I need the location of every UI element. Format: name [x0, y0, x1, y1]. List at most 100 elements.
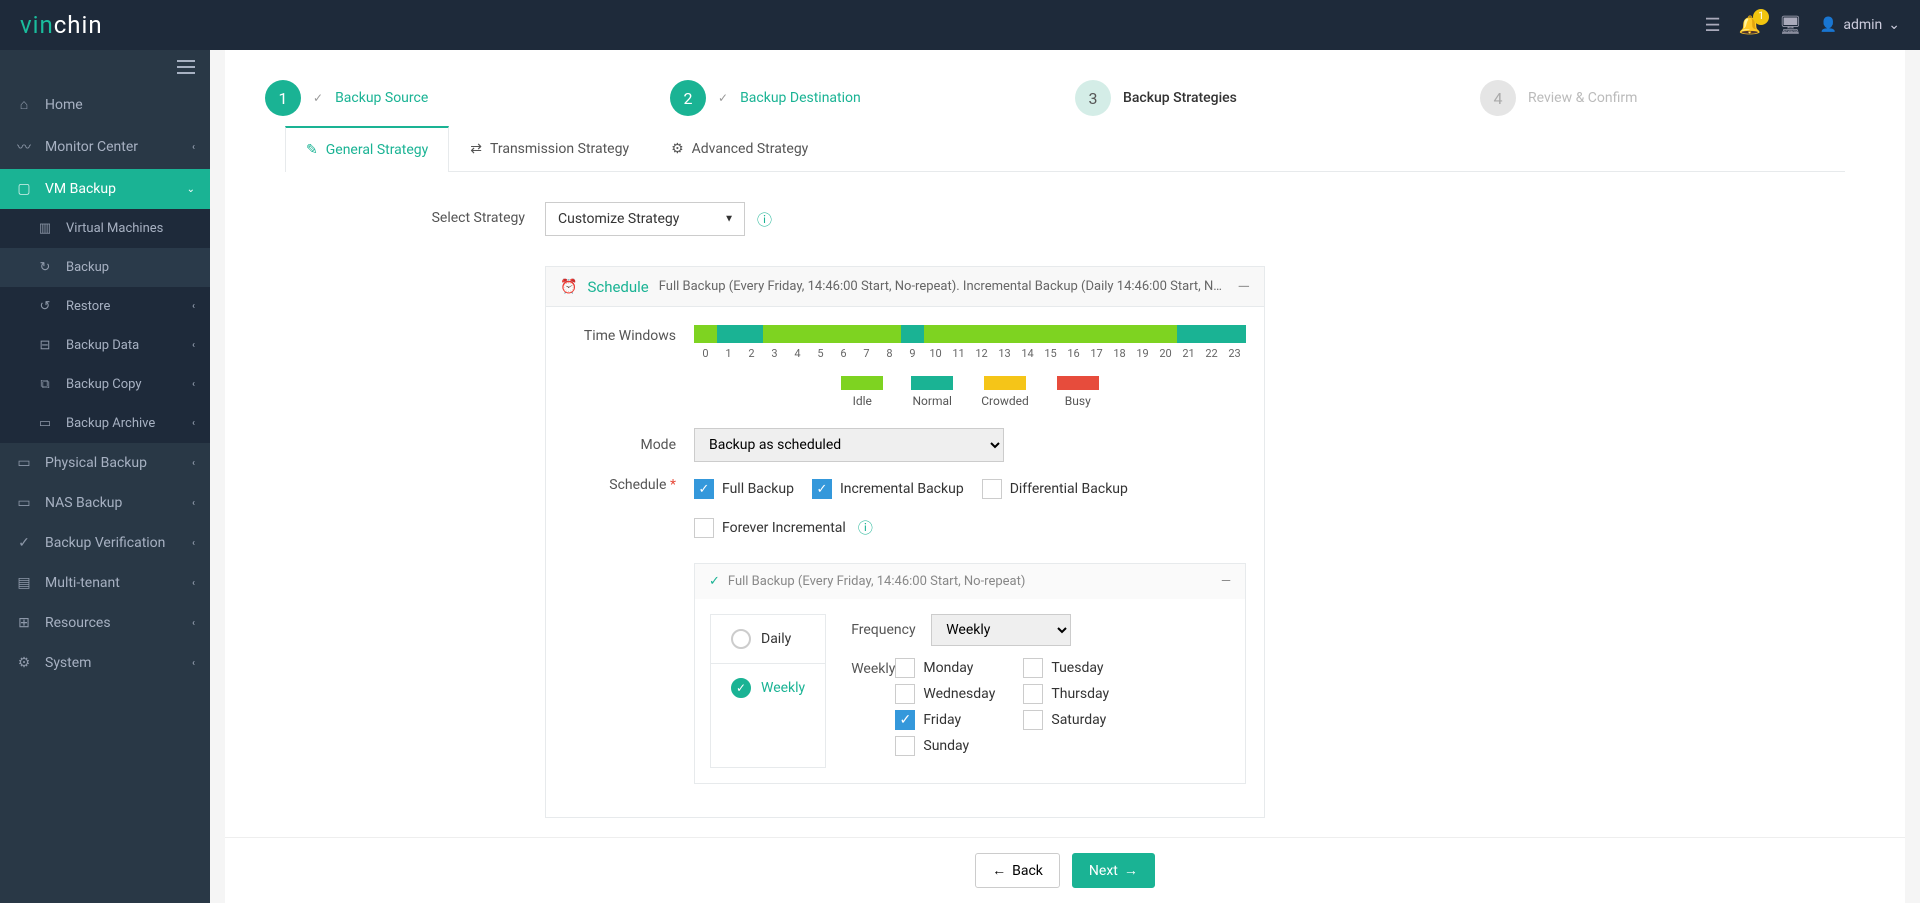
wizard-step-1[interactable]: 1✓Backup Source — [265, 80, 650, 116]
sidebar-subitem-restore[interactable]: ↺Restore‹ — [0, 287, 210, 326]
sidebar-item-resources[interactable]: ⊞Resources‹ — [0, 603, 210, 643]
period-daily[interactable]: Daily — [711, 615, 825, 664]
logo: vinchin — [20, 11, 103, 39]
checkbox-full-backup[interactable]: ✓Full Backup — [694, 479, 794, 499]
time-segment — [878, 325, 901, 343]
sidebar-subitem-backup-archive[interactable]: ▭Backup Archive‹ — [0, 404, 210, 443]
time-segment — [1062, 325, 1085, 343]
info-icon[interactable]: ⓘ — [858, 517, 873, 538]
footer-actions: ← Back Next → — [225, 837, 1905, 903]
checkbox-forever-incremental[interactable]: Forever Incrementalⓘ — [694, 517, 873, 538]
time-segment — [1016, 325, 1039, 343]
tab-transmission-strategy[interactable]: ⇄Transmission Strategy — [449, 126, 650, 171]
day-wednesday[interactable]: Wednesday — [895, 684, 1005, 704]
sidebar-item-vm-backup[interactable]: ▢VM Backup⌄ — [0, 169, 210, 209]
day-thursday[interactable]: Thursday — [1023, 684, 1133, 704]
frequency-label: Frequency — [851, 622, 931, 638]
sidebar-item-physical-backup[interactable]: ▭Physical Backup‹ — [0, 443, 210, 483]
day-tuesday[interactable]: Tuesday — [1023, 658, 1133, 678]
user-menu[interactable]: 👤 admin ⌄ — [1820, 17, 1900, 33]
chevron-down-icon: ⌄ — [1888, 17, 1900, 33]
time-segment — [786, 325, 809, 343]
legend-idle: Idle — [841, 376, 883, 408]
sidebar-item-system[interactable]: ⚙System‹ — [0, 643, 210, 683]
time-segment — [1223, 325, 1246, 343]
nav-icon: ⊞ — [15, 615, 33, 631]
sidebar-subitem-backup-copy[interactable]: ⧉Backup Copy‹ — [0, 365, 210, 404]
back-button[interactable]: ← Back — [975, 853, 1060, 888]
day-sunday[interactable]: Sunday — [895, 736, 1005, 756]
collapse-icon[interactable]: — — [1238, 277, 1251, 296]
chevron-icon: ‹ — [192, 142, 195, 153]
collapse-icon[interactable]: — — [1221, 574, 1231, 589]
radio-icon — [731, 629, 751, 649]
nav-icon: ▭ — [15, 455, 33, 471]
sidebar-subitem-backup-data[interactable]: ⊟Backup Data‹ — [0, 326, 210, 365]
sidebar-subitem-backup[interactable]: ↻Backup — [0, 248, 210, 287]
check-icon: ✓ — [313, 91, 323, 105]
sidebar-item-backup-verification[interactable]: ✓Backup Verification‹ — [0, 523, 210, 563]
sidebar-item-monitor-center[interactable]: 〰Monitor Center‹ — [0, 125, 210, 169]
tab-advanced-strategy[interactable]: ⚙Advanced Strategy — [650, 126, 829, 171]
nav-icon: ▭ — [36, 416, 54, 431]
mode-select[interactable]: Backup as scheduled — [694, 428, 1004, 462]
main-content: 1✓Backup Source 2✓Backup Destination 3Back… — [225, 50, 1905, 903]
caret-down-icon: ▼ — [724, 214, 734, 225]
chevron-icon: ⌄ — [187, 184, 195, 195]
time-windows-legend: IdleNormalCrowdedBusy — [694, 376, 1246, 408]
bell-icon[interactable]: 🔔1 — [1739, 15, 1761, 36]
day-saturday[interactable]: Saturday — [1023, 710, 1133, 730]
wizard-step-3: 3Backup Strategies — [1075, 80, 1460, 116]
time-segment — [947, 325, 970, 343]
nav-icon: ⌂ — [15, 96, 33, 113]
full-backup-panel: ✓ Full Backup (Every Friday, 14:46:00 St… — [694, 563, 1246, 784]
time-segment — [1039, 325, 1062, 343]
checkbox-incremental-backup[interactable]: ✓Incremental Backup — [812, 479, 964, 499]
chevron-icon: ‹ — [192, 379, 195, 390]
time-segment — [1200, 325, 1223, 343]
chevron-icon: ‹ — [192, 658, 195, 669]
chevron-icon: ‹ — [192, 578, 195, 589]
checkbox-differential-backup[interactable]: Differential Backup — [982, 479, 1128, 499]
nav-icon: ⚙ — [15, 655, 33, 671]
monitor-icon[interactable]: 🖥 — [1779, 15, 1802, 36]
sidebar-subitem-virtual-machines[interactable]: ▥Virtual Machines — [0, 209, 210, 248]
legend-busy: Busy — [1057, 376, 1099, 408]
wizard-step-2[interactable]: 2✓Backup Destination — [670, 80, 1055, 116]
nav-icon: ↻ — [36, 260, 54, 275]
nav-icon: ⊟ — [36, 338, 54, 353]
day-friday[interactable]: ✓Friday — [895, 710, 1005, 730]
check-icon: ✓ — [709, 574, 720, 589]
time-segment — [855, 325, 878, 343]
tab-icon: ⚙ — [671, 141, 684, 157]
schedule-title: Schedule — [587, 278, 648, 296]
list-icon[interactable]: ☰ — [1704, 15, 1720, 36]
chevron-icon: ‹ — [192, 418, 195, 429]
day-monday[interactable]: Monday — [895, 658, 1005, 678]
time-segment — [1085, 325, 1108, 343]
select-strategy-dropdown[interactable]: Customize Strategy ▼ — [545, 202, 745, 236]
sidebar-item-multi-tenant[interactable]: ▤Multi-tenant‹ — [0, 563, 210, 603]
time-segment — [1131, 325, 1154, 343]
sidebar-toggle[interactable] — [0, 50, 210, 84]
chevron-icon: ‹ — [192, 498, 195, 509]
nav-icon: 〰 — [15, 137, 33, 157]
chevron-icon: ‹ — [192, 618, 195, 629]
time-segment — [993, 325, 1016, 343]
tab-icon: ⇄ — [470, 141, 482, 157]
time-segment — [1177, 325, 1200, 343]
sidebar-item-nas-backup[interactable]: ▭NAS Backup‹ — [0, 483, 210, 523]
sidebar-item-home[interactable]: ⌂Home — [0, 84, 210, 125]
period-weekly[interactable]: Weekly — [711, 664, 825, 712]
next-button[interactable]: Next → — [1072, 853, 1155, 888]
time-segment — [763, 325, 786, 343]
frequency-select[interactable]: Weekly — [931, 614, 1071, 646]
nav-icon: ✓ — [15, 535, 33, 551]
chevron-icon: ‹ — [192, 538, 195, 549]
check-icon: ✓ — [718, 91, 728, 105]
info-icon[interactable]: ⓘ — [757, 209, 772, 230]
tab-general-strategy[interactable]: ✎General Strategy — [285, 126, 449, 172]
schedule-panel: ⏰ Schedule Full Backup (Every Friday, 14… — [545, 266, 1265, 818]
time-segment — [694, 325, 717, 343]
wizard-steps: 1✓Backup Source 2✓Backup Destination 3Back… — [225, 50, 1905, 126]
